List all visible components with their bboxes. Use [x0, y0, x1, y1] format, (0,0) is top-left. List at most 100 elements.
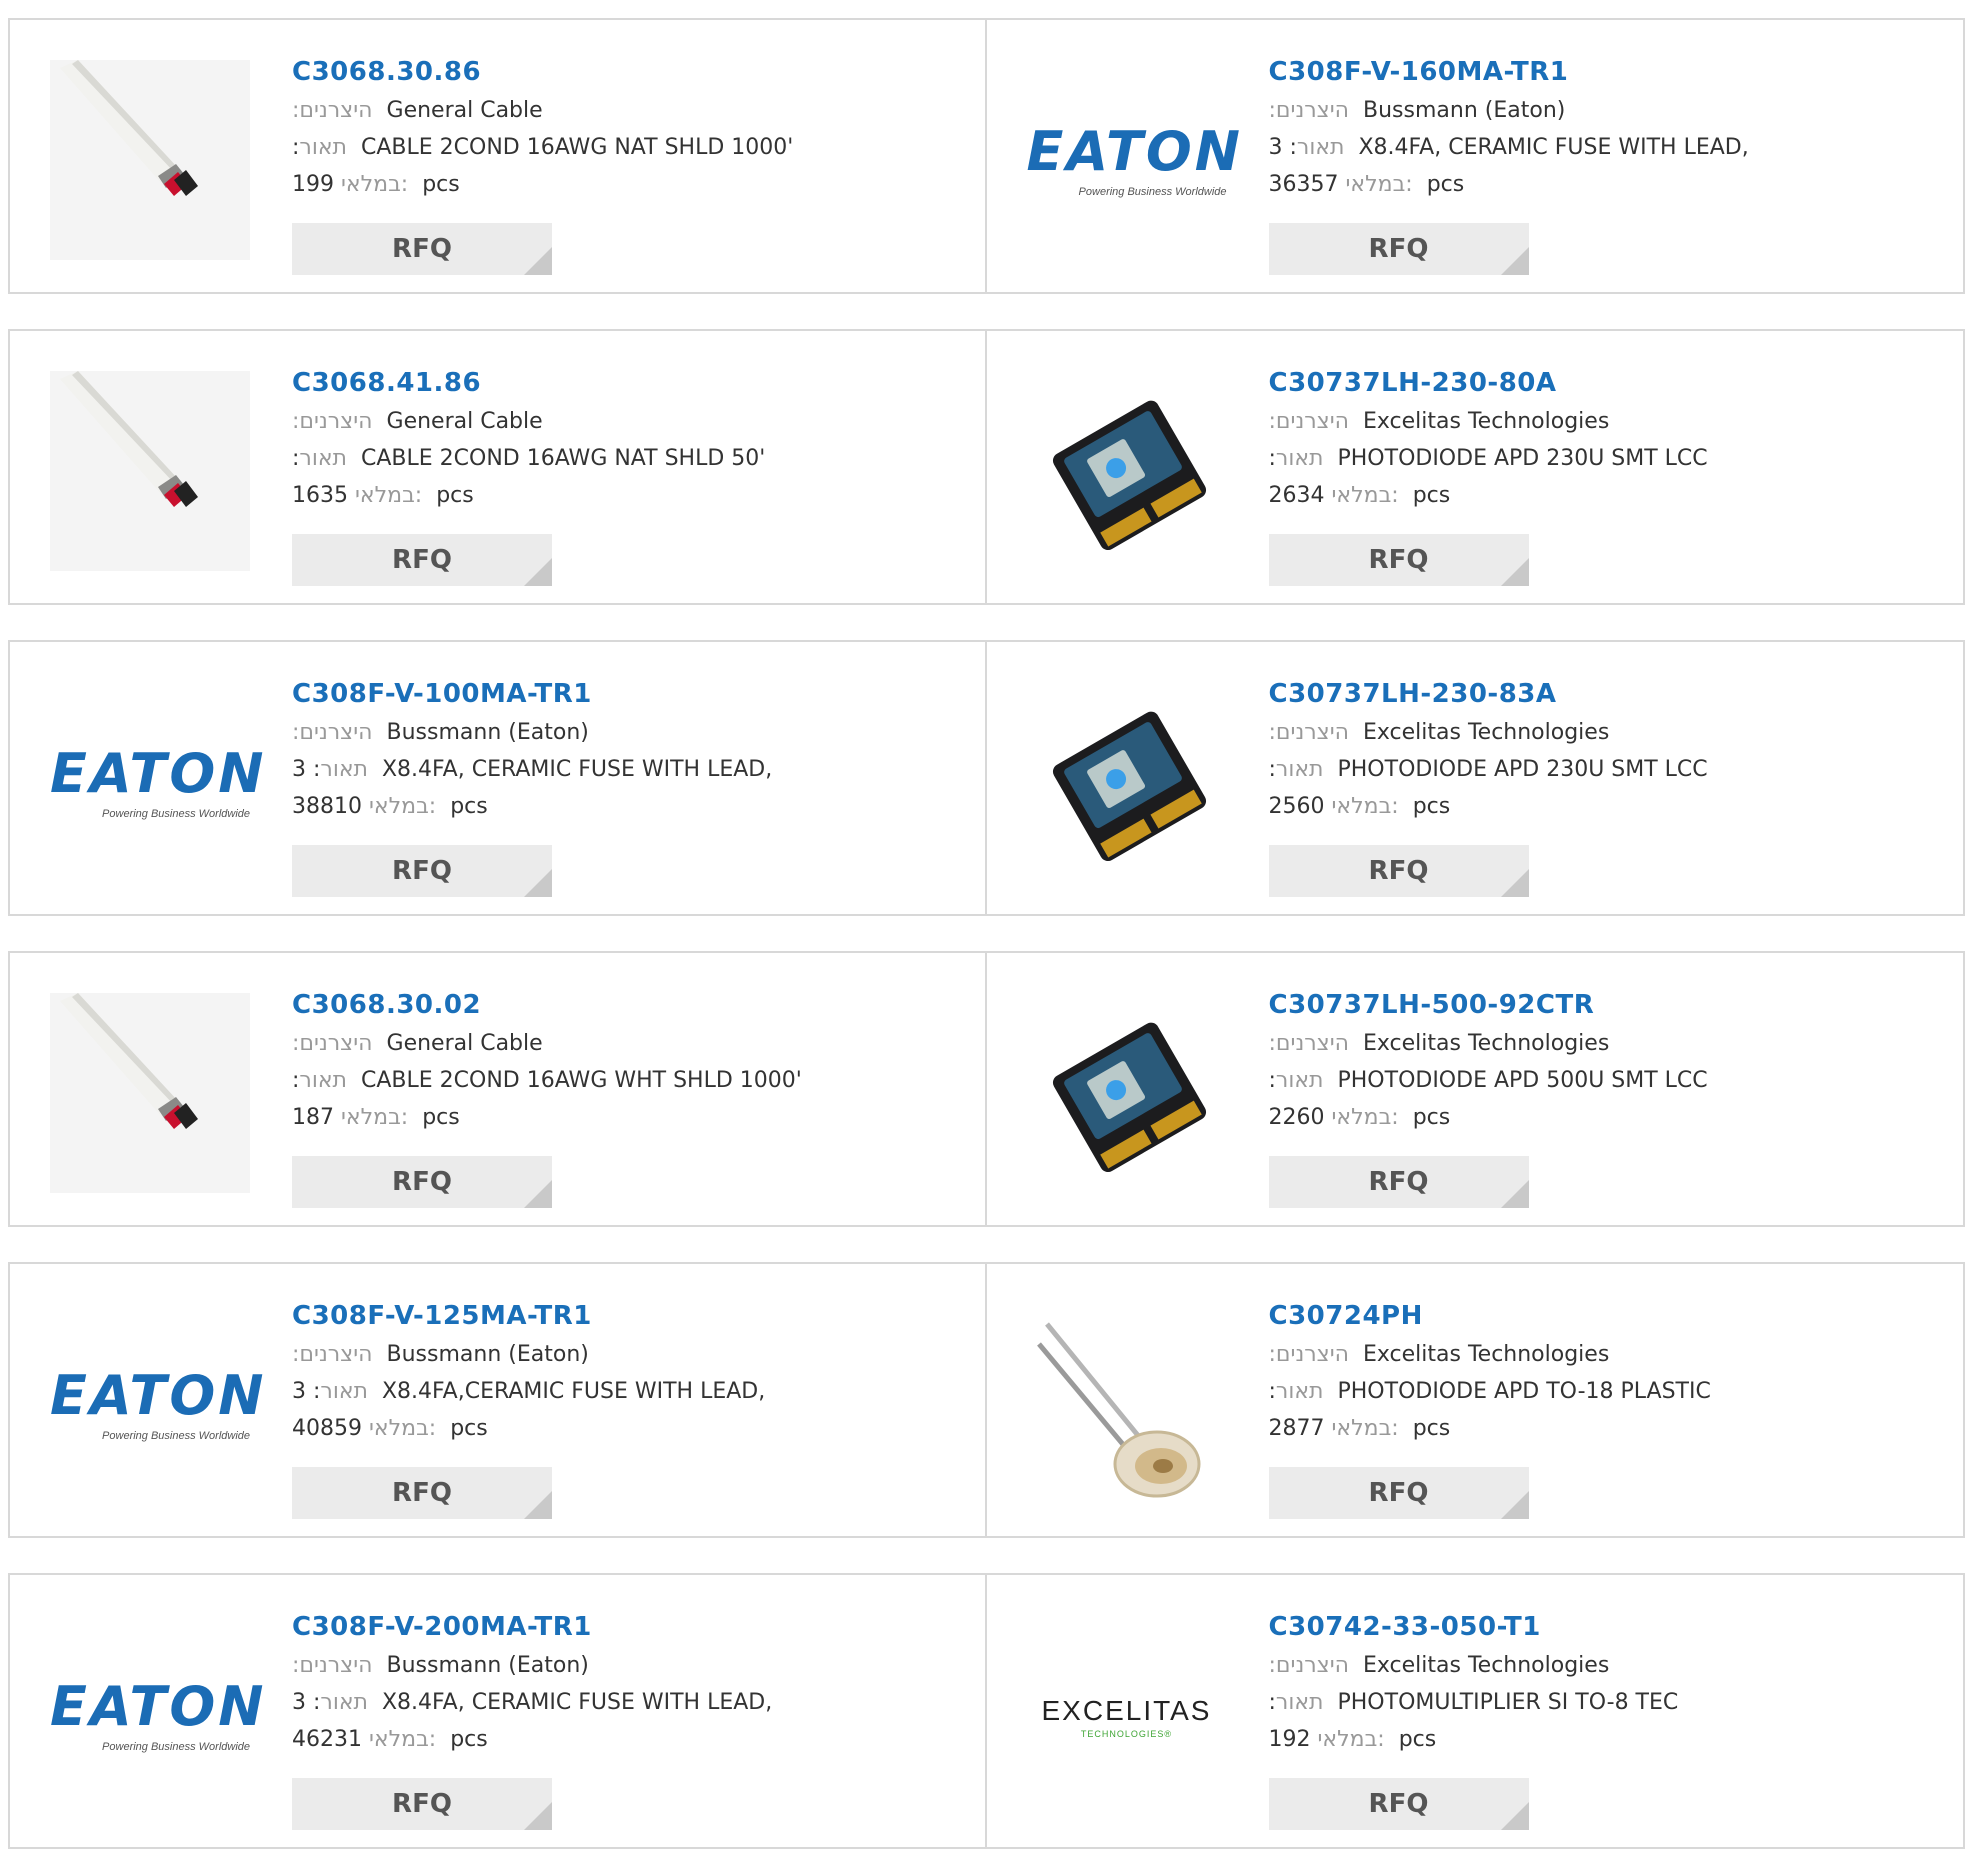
manufacturer-label: :היצרנים — [292, 1342, 373, 1367]
product-image[interactable] — [50, 993, 250, 1193]
product-info: C308F-V-125MA-TR1 :היצרנים Bussmann (Eat… — [292, 1296, 972, 1447]
description-value: X8.4FA, CERAMIC FUSE WITH LEAD, — [381, 757, 773, 782]
rfq-label: RFQ — [392, 856, 452, 886]
stock-unit: pcs — [1398, 1727, 1437, 1752]
part-number-link[interactable]: C308F-V-125MA-TR1 — [292, 1296, 972, 1336]
corner-triangle-icon — [1500, 1180, 1529, 1208]
description-line: 3 :תאור X8.4FA, CERAMIC FUSE WITH LEAD, — [292, 1684, 972, 1721]
rfq-button[interactable]: RFQ — [1268, 1467, 1529, 1519]
part-number-link[interactable]: C30737LH-230-80A — [1269, 363, 1949, 403]
manufacturer-value: Excelitas Technologies — [1363, 409, 1610, 434]
stock-line: 2560 במלאי: pcs — [1269, 788, 1949, 825]
rfq-button[interactable]: RFQ — [292, 534, 552, 586]
rfq-button[interactable]: RFQ — [1268, 223, 1529, 275]
product-card: C3068.30.86 :היצרנים General Cable :תאור… — [10, 20, 987, 292]
eaton-tagline: Powering Business Worldwide — [102, 1741, 250, 1753]
description-line: 3 :תאור X8.4FA,CERAMIC FUSE WITH LEAD, — [292, 1373, 972, 1410]
rfq-label: RFQ — [392, 234, 452, 264]
manufacturer-line: :היצרנים Bussmann (Eaton) — [1269, 92, 1949, 129]
manufacturer-value: General Cable — [386, 409, 543, 434]
description-line: 3 :תאור X8.4FA, CERAMIC FUSE WITH LEAD, — [292, 751, 972, 788]
corner-triangle-icon — [1500, 1491, 1529, 1519]
manufacturer-value: Excelitas Technologies — [1363, 1031, 1610, 1056]
product-image[interactable]: EATON Powering Business Worldwide — [50, 1615, 263, 1815]
rfq-button[interactable]: RFQ — [292, 223, 552, 275]
eaton-wordmark: EATON — [50, 742, 267, 805]
product-image[interactable] — [50, 371, 250, 571]
description-line: :תאור CABLE 2COND 16AWG NAT SHLD 1000' — [292, 129, 972, 166]
part-number-link[interactable]: C308F-V-100MA-TR1 — [292, 674, 972, 714]
stock-label: במלאי: — [1331, 483, 1399, 508]
stock-value: 199 — [292, 172, 334, 197]
part-number-link[interactable]: C30742-33-050-T1 — [1269, 1607, 1949, 1647]
manufacturer-label: :היצרנים — [292, 98, 373, 123]
rfq-button[interactable]: RFQ — [292, 1778, 552, 1830]
part-number-link[interactable]: C30737LH-230-83A — [1269, 674, 1949, 714]
manufacturer-label: :היצרנים — [292, 409, 373, 434]
product-row: EATON Powering Business Worldwide C308F-… — [8, 1573, 1965, 1849]
description-line: :תאור CABLE 2COND 16AWG NAT SHLD 50' — [292, 440, 972, 477]
part-number-link[interactable]: C3068.30.86 — [292, 52, 972, 92]
description-line: :תאור PHOTODIODE APD 230U SMT LCC — [1269, 440, 1949, 477]
product-info: C308F-V-100MA-TR1 :היצרנים Bussmann (Eat… — [292, 674, 972, 825]
rfq-button[interactable]: RFQ — [1268, 845, 1529, 897]
product-card: C3068.41.86 :היצרנים General Cable :תאור… — [10, 331, 987, 603]
manufacturer-value: Excelitas Technologies — [1363, 1653, 1610, 1678]
manufacturer-label: :היצרנים — [1268, 720, 1350, 745]
description-value: PHOTODIODE APD TO-18 PLASTIC — [1337, 1379, 1711, 1404]
rfq-label: RFQ — [1368, 1167, 1429, 1197]
description-value: PHOTODIODE APD 230U SMT LCC — [1337, 757, 1708, 782]
corner-triangle-icon — [1500, 869, 1529, 897]
manufacturer-line: :היצרנים General Cable — [292, 403, 972, 440]
part-number-link[interactable]: C30737LH-500-92CTR — [1269, 985, 1949, 1025]
manufacturer-value: Bussmann (Eaton) — [1363, 98, 1566, 123]
rfq-button[interactable]: RFQ — [292, 1156, 552, 1208]
stock-line: 40859 במלאי: pcs — [292, 1410, 972, 1447]
product-image[interactable]: EXCELITAS TECHNOLOGIES® — [1027, 1615, 1227, 1815]
rfq-button[interactable]: RFQ — [1268, 1156, 1529, 1208]
product-row: C3068.30.02 :היצרנים General Cable :תאור… — [8, 951, 1965, 1227]
stock-line: 187 במלאי: pcs — [292, 1099, 972, 1136]
product-image[interactable] — [1027, 993, 1227, 1193]
product-image[interactable] — [1027, 1304, 1227, 1504]
rfq-button[interactable]: RFQ — [292, 845, 552, 897]
stock-label: במלאי: — [369, 1416, 437, 1441]
description-label: תאור — [1275, 1068, 1324, 1093]
stock-unit: pcs — [1426, 172, 1465, 197]
part-number-link[interactable]: C308F-V-160MA-TR1 — [1269, 52, 1949, 92]
manufacturer-label: :היצרנים — [1268, 1342, 1350, 1367]
stock-unit: pcs — [1412, 1105, 1451, 1130]
part-number-link[interactable]: C3068.41.86 — [292, 363, 972, 403]
product-card: C30737LH-500-92CTR :היצרנים Excelitas Te… — [987, 953, 1964, 1225]
description-prefix: : — [1268, 1690, 1276, 1715]
part-number-link[interactable]: C30724PH — [1269, 1296, 1949, 1336]
description-prefix: 3 : — [292, 1379, 321, 1404]
product-image[interactable] — [1027, 371, 1227, 571]
manufacturer-label: :היצרנים — [1268, 98, 1350, 123]
corner-triangle-icon — [524, 558, 552, 586]
rfq-button[interactable]: RFQ — [1268, 1778, 1529, 1830]
stock-unit: pcs — [422, 172, 460, 197]
product-card: EATON Powering Business Worldwide C308F-… — [987, 20, 1964, 292]
part-number-link[interactable]: C3068.30.02 — [292, 985, 972, 1025]
product-info: C30737LH-230-83A :היצרנים Excelitas Tech… — [1269, 674, 1949, 825]
stock-line: 46231 במלאי: pcs — [292, 1721, 972, 1758]
rfq-button[interactable]: RFQ — [292, 1467, 552, 1519]
product-image[interactable]: EATON Powering Business Worldwide — [50, 1304, 263, 1504]
stock-unit: pcs — [1412, 1416, 1451, 1441]
product-info: C3068.30.02 :היצרנים General Cable :תאור… — [292, 985, 972, 1136]
product-image[interactable] — [1027, 682, 1227, 882]
stock-line: 2634 במלאי: pcs — [1269, 477, 1949, 514]
description-label: תאור — [1275, 446, 1324, 471]
manufacturer-label: :היצרנים — [292, 1031, 373, 1056]
stock-label: במלאי: — [369, 794, 437, 819]
stock-label: במלאי: — [369, 1727, 437, 1752]
part-number-link[interactable]: C308F-V-200MA-TR1 — [292, 1607, 972, 1647]
stock-line: 36357 במלאי: pcs — [1269, 166, 1949, 203]
product-image[interactable]: EATON Powering Business Worldwide — [50, 682, 267, 882]
product-image[interactable] — [50, 60, 250, 260]
rfq-button[interactable]: RFQ — [1268, 534, 1529, 586]
product-image[interactable]: EATON Powering Business Worldwide — [1027, 60, 1240, 260]
manufacturer-value: General Cable — [386, 1031, 543, 1056]
rfq-label: RFQ — [392, 1167, 452, 1197]
